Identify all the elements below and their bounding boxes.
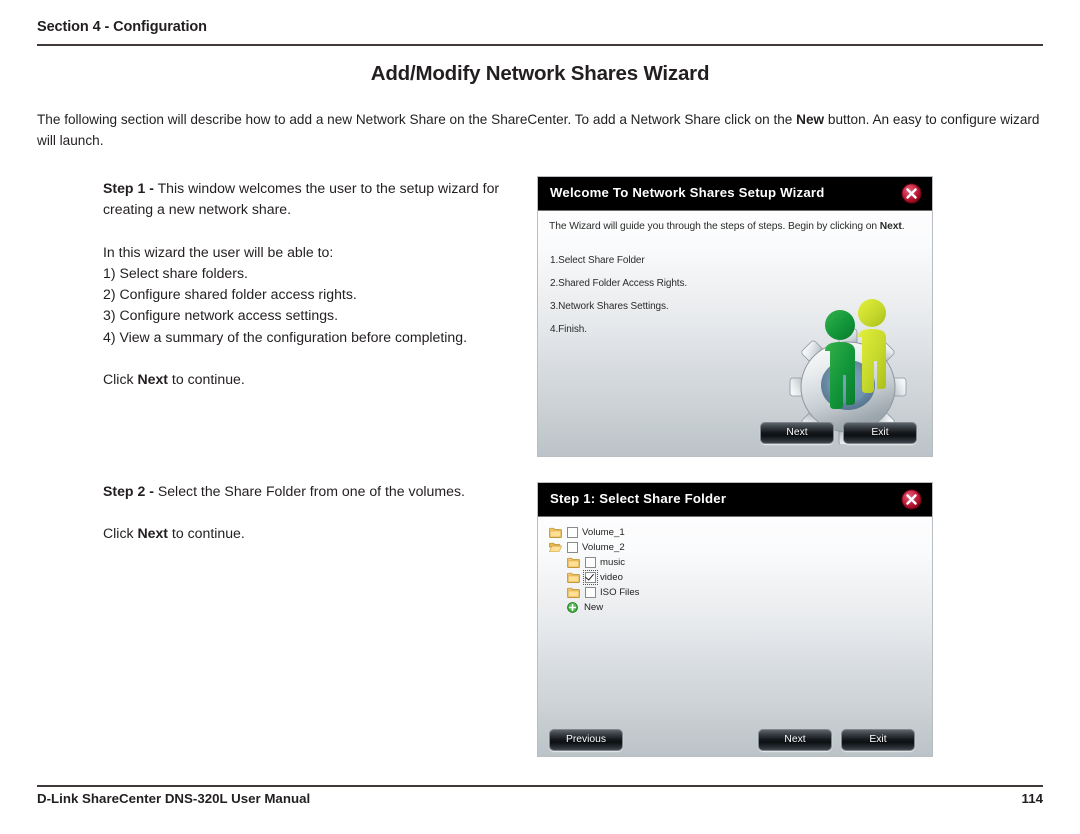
welcome-exit-button[interactable]: Exit <box>843 422 917 444</box>
tree-checkbox[interactable] <box>567 527 578 538</box>
folder-closed-icon <box>567 587 580 598</box>
intro-new-emphasis: New <box>796 112 825 127</box>
step-2-click-next: Click Next to continue. <box>103 523 521 544</box>
wizard-step-2: 2.Shared Folder Access Rights. <box>550 278 688 289</box>
tree-row[interactable]: Volume_1 <box>549 525 639 540</box>
step-1-line-1: Step 1 - This window welcomes the user t… <box>103 178 521 221</box>
wizard-step-list: 1.Select Share Folder 2.Shared Folder Ac… <box>550 255 687 347</box>
page-title: Add/Modify Network Shares Wizard <box>370 62 710 85</box>
folder-open-icon <box>549 542 562 552</box>
folder-closed-icon <box>567 572 580 583</box>
select-next-button[interactable]: Next <box>758 729 832 751</box>
header-divider <box>37 44 1043 46</box>
step-1-item-4: 4) View a summary of the configuration b… <box>103 328 468 345</box>
select-previous-button[interactable]: Previous <box>549 729 623 751</box>
click-prefix: Click <box>103 525 138 542</box>
tree-row[interactable]: music <box>549 555 639 570</box>
step-1-item-1: 1) Select share folders. <box>103 264 248 281</box>
step-2-description: Step 2 - Select the Share Folder from on… <box>103 481 521 545</box>
intro-paragraph: The following section will describe how … <box>37 110 1045 151</box>
wizard-step-4: 4.Finish. <box>550 324 587 335</box>
folder-closed-icon <box>567 557 580 568</box>
footer-manual-name: D-Link ShareCenter DNS-320L User Manual <box>37 791 311 806</box>
step-2-label: Step 2 - <box>103 483 154 499</box>
step-2-body: Select the Share Folder from one of the … <box>153 483 465 499</box>
next-emphasis: Next <box>137 371 169 388</box>
welcome-next-button[interactable]: Next <box>760 422 834 444</box>
tree-checkbox[interactable] <box>585 587 596 598</box>
step-1-click-next: Click Next to continue. <box>103 369 521 390</box>
tree-checkbox-checked[interactable] <box>583 570 598 585</box>
step-1-item-3: 3) Configure network access settings. <box>103 307 339 324</box>
tree-label: video <box>600 572 623 583</box>
wizard-intro-next: Next <box>879 221 902 232</box>
wizard-intro-suffix: . <box>901 221 905 232</box>
tree-label: Volume_1 <box>582 527 625 538</box>
step-1-intro-line: In this wizard the user will be able to: <box>103 243 334 260</box>
click-suffix: to continue. <box>168 371 245 388</box>
tree-row[interactable]: Volume_2 <box>549 540 639 555</box>
step-1-item-2: 2) Configure shared folder access rights… <box>103 286 357 303</box>
step-2-line-1: Step 2 - Select the Share Folder from on… <box>103 481 521 502</box>
wizard-intro-text: The Wizard will guide you through the st… <box>549 221 905 232</box>
wizard-step-3: 3.Network Shares Settings. <box>550 301 669 312</box>
select-exit-button[interactable]: Exit <box>841 729 915 751</box>
wizard-step-1: 1.Select Share Folder <box>550 255 645 266</box>
tree-row[interactable]: ISO Files <box>549 585 639 600</box>
select-dialog-titlebar: Step 1: Select Share Folder <box>538 483 932 517</box>
tree-checkbox[interactable] <box>585 557 596 568</box>
footer-divider <box>37 785 1043 787</box>
add-new-icon <box>567 602 578 613</box>
step-1-description: Step 1 - This window welcomes the user t… <box>103 178 521 390</box>
welcome-wizard-dialog: Welcome To Network Shares Setup Wizard T… <box>537 176 933 457</box>
next-emphasis: Next <box>137 525 169 542</box>
section-header: Section 4 - Configuration <box>37 19 207 35</box>
step-1-body: This window welcomes the user to the set… <box>103 180 500 218</box>
tree-label: music <box>600 557 626 568</box>
intro-text-part1: The following section will describe how … <box>37 112 797 127</box>
tree-row[interactable]: video <box>549 570 639 585</box>
folder-closed-icon <box>549 527 562 538</box>
welcome-dialog-titlebar: Welcome To Network Shares Setup Wizard <box>538 177 932 211</box>
manual-page: Section 4 - Configuration Add/Modify Net… <box>0 0 1080 834</box>
welcome-dialog-body: The Wizard will guide you through the st… <box>538 211 932 456</box>
close-icon[interactable] <box>901 489 922 510</box>
welcome-dialog-title: Welcome To Network Shares Setup Wizard <box>550 185 825 200</box>
click-suffix: to continue. <box>168 525 245 542</box>
click-prefix: Click <box>103 371 138 388</box>
step-1-label: Step 1 - <box>103 180 154 196</box>
gear-with-users-icon <box>789 299 907 444</box>
tree-checkbox[interactable] <box>567 542 578 553</box>
footer-page-number: 114 <box>1021 791 1043 806</box>
wizard-intro-prefix: The Wizard will guide you through the st… <box>549 221 880 232</box>
tree-row-new[interactable]: New <box>549 600 639 615</box>
tree-label: ISO Files <box>600 587 640 598</box>
tree-label: Volume_2 <box>582 542 625 553</box>
select-dialog-title: Step 1: Select Share Folder <box>550 491 727 506</box>
share-folder-tree: Volume_1 Volume_2 music video ISO Files … <box>549 525 639 615</box>
select-dialog-body: Volume_1 Volume_2 music video ISO Files … <box>538 517 932 756</box>
close-icon[interactable] <box>901 183 922 204</box>
select-share-folder-dialog: Step 1: Select Share Folder Volume_1 Vol… <box>537 482 933 757</box>
tree-label: New <box>584 602 604 613</box>
